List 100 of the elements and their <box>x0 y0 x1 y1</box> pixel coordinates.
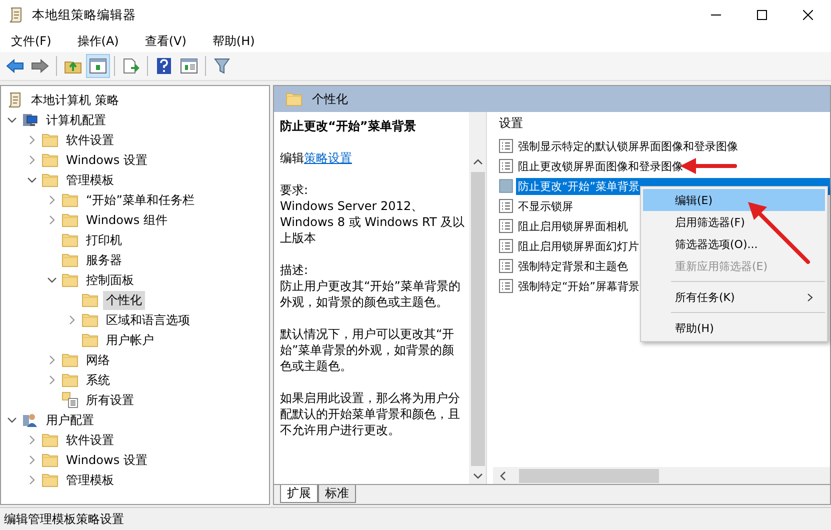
tree-item[interactable]: 服务器 <box>83 250 125 270</box>
submenu-chevron-icon <box>807 292 813 302</box>
tree-item[interactable]: 软件设置 <box>63 130 117 150</box>
folder-icon <box>62 353 78 367</box>
tree-item[interactable]: 系统 <box>83 370 113 390</box>
folder-icon <box>82 313 98 327</box>
user-icon <box>22 412 38 428</box>
setting-row[interactable]: 强制特定背景和主题色 <box>516 258 630 274</box>
chevron-right-icon[interactable] <box>47 355 57 365</box>
folder-icon <box>82 333 98 347</box>
menu-item[interactable]: 所有任务(K) <box>643 286 825 308</box>
tree-item[interactable]: Windows 组件 <box>83 210 170 230</box>
setting-icon <box>499 279 513 293</box>
description-text: 防止用户更改其“开始”菜单背景的外观，如背景的颜色或主题色。 <box>280 278 462 310</box>
policy-title: 防止更改“开始”菜单背景 <box>280 118 417 134</box>
tree-item[interactable]: 所有设置 <box>83 390 137 410</box>
description-text: 要求: <box>280 182 310 198</box>
setting-row[interactable]: 阻止启用锁屏界面相机 <box>516 218 630 234</box>
tree-item[interactable]: Windows 设置 <box>63 450 150 470</box>
toolbar-button[interactable] <box>86 54 110 78</box>
tree-item[interactable]: 区域和语言选项 <box>103 310 193 330</box>
tree-item[interactable]: 用户帐户 <box>103 330 157 350</box>
tree-item[interactable]: Windows 设置 <box>63 150 150 170</box>
setting-icon <box>499 139 513 153</box>
setting-icon <box>499 239 513 253</box>
setting-row[interactable]: 阻止更改锁屏界面图像和登录图像 <box>516 158 685 174</box>
tree-item[interactable]: 用户配置 <box>43 410 97 430</box>
setting-icon <box>499 179 513 193</box>
chevron-down-icon[interactable] <box>7 415 17 425</box>
folder-icon <box>42 433 58 447</box>
forward-arrow-icon <box>31 59 49 73</box>
view-tab[interactable]: 扩展 <box>280 485 318 503</box>
tree-item[interactable]: 控制面板 <box>83 270 137 290</box>
tree-item[interactable]: 个性化 <box>103 290 145 310</box>
scroll-down-icon[interactable] <box>472 472 482 480</box>
chevron-right-icon[interactable] <box>27 155 37 165</box>
chevron-right-icon[interactable] <box>27 455 37 465</box>
menu-item[interactable]: 文件(F) <box>4 32 58 50</box>
panel-title: 个性化 <box>312 90 348 108</box>
menu-item[interactable]: 帮助(H) <box>643 317 825 339</box>
chevron-right-icon[interactable] <box>27 135 37 145</box>
chevron-down-icon[interactable] <box>7 115 17 125</box>
menu-item[interactable]: 查看(V) <box>138 32 194 50</box>
computer-icon <box>22 112 38 128</box>
setting-row[interactable]: 不显示锁屏 <box>516 198 575 214</box>
policy-settings-link[interactable]: 策略设置 <box>304 151 352 165</box>
menu-item[interactable]: 操作(A) <box>70 32 126 50</box>
folder-icon <box>62 373 78 387</box>
vertical-scrollbar[interactable] <box>469 112 486 484</box>
maximize-icon <box>757 10 767 20</box>
tree-item[interactable]: 软件设置 <box>63 430 117 450</box>
view-tab[interactable]: 标准 <box>318 485 356 503</box>
setting-row[interactable]: 强制显示特定的默认锁屏界面图像和登录图像 <box>516 138 740 154</box>
chevron-right-icon[interactable] <box>27 475 37 485</box>
edit-sentence: 编辑策略设置 <box>280 150 353 166</box>
setting-icon <box>499 159 513 173</box>
folder-icon <box>42 133 58 147</box>
scroll-up-icon[interactable] <box>472 158 482 166</box>
setting-row[interactable]: 强制特定“开始”屏幕背景 <box>516 278 642 294</box>
properties-window-icon <box>180 58 198 74</box>
tree-item[interactable]: 打印机 <box>83 230 125 250</box>
chevron-right-icon[interactable] <box>47 195 57 205</box>
menu-item[interactable]: 编辑(E) <box>643 189 825 211</box>
settings-list-icon <box>62 392 78 408</box>
folder-icon <box>62 213 78 227</box>
folder-icon <box>42 153 58 167</box>
menu-item[interactable]: 启用筛选器(F) <box>643 211 825 233</box>
chevron-right-icon[interactable] <box>47 375 57 385</box>
setting-icon <box>499 259 513 273</box>
tree-item[interactable]: 管理模板 <box>63 470 117 490</box>
chevron-down-icon[interactable] <box>47 275 57 285</box>
menu-item[interactable]: 帮助(H) <box>205 32 262 50</box>
description-text: 如果启用此设置，那么将为用户分配默认的开始菜单背景和颜色，且不允许用户进行更改。 <box>280 390 461 438</box>
folder-icon <box>42 453 58 467</box>
chevron-down-icon[interactable] <box>27 175 37 185</box>
export-list-icon <box>122 58 140 74</box>
chevron-right-icon[interactable] <box>67 315 77 325</box>
tree-item[interactable]: 管理模板 <box>63 170 117 190</box>
tree-item[interactable]: 计算机配置 <box>43 110 109 130</box>
setting-icon <box>499 219 513 233</box>
scrollbar-thumb[interactable] <box>470 172 484 466</box>
chevron-right-icon[interactable] <box>27 435 37 445</box>
horizontal-scrollbar[interactable] <box>493 467 830 484</box>
pane-toggle-icon <box>89 58 107 74</box>
tree-item[interactable]: 本地计算机 策略 <box>28 90 122 110</box>
folder-icon <box>82 293 98 307</box>
folder-icon <box>286 92 302 106</box>
scrollbar-thumb[interactable] <box>519 468 659 482</box>
help-icon <box>156 58 172 74</box>
scroll-left-icon[interactable] <box>499 470 507 480</box>
column-header[interactable]: 设置 <box>493 112 830 134</box>
tree-item[interactable]: “开始”菜单和任务栏 <box>83 190 198 210</box>
setting-icon <box>499 199 513 213</box>
menu-item[interactable]: 筛选器选项(O)... <box>643 233 825 255</box>
tree-item[interactable]: 网络 <box>83 350 113 370</box>
folder-icon <box>62 193 78 207</box>
setting-row[interactable]: 阻止启用锁屏界面幻灯片 <box>516 238 641 254</box>
chevron-right-icon[interactable] <box>47 215 57 225</box>
status-text: 编辑管理模板策略设置 <box>4 510 124 528</box>
back-arrow-icon <box>6 59 24 73</box>
